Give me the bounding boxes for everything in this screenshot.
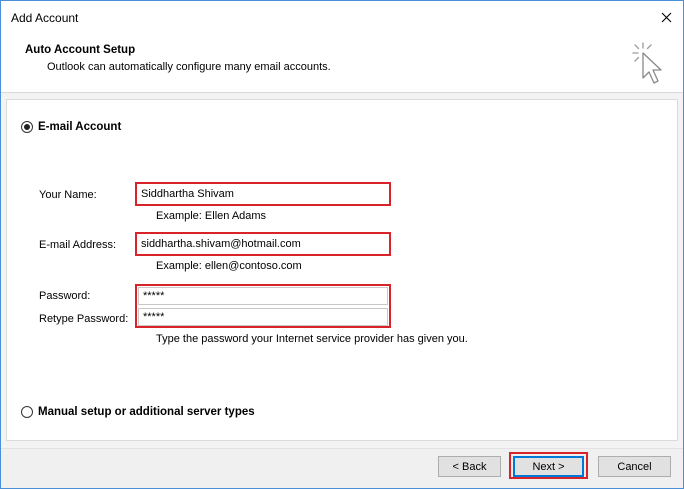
cancel-button[interactable]: Cancel	[598, 456, 671, 477]
password-input[interactable]: *****	[138, 287, 388, 305]
your-name-label: Your Name:	[39, 189, 97, 201]
manual-setup-label: Manual setup or additional server types	[38, 406, 255, 418]
manual-setup-radio[interactable]	[21, 406, 33, 418]
settings-panel	[6, 99, 678, 441]
your-name-input[interactable]: Siddhartha Shivam	[135, 182, 391, 206]
next-button[interactable]: Next >	[513, 456, 584, 477]
content-area	[1, 93, 683, 448]
password-hint-text: Type the password your Internet service …	[156, 333, 468, 345]
retype-password-label: Retype Password:	[39, 313, 129, 325]
header-title: Auto Account Setup	[25, 44, 136, 56]
header-subtitle: Outlook can automatically configure many…	[47, 61, 331, 73]
password-fields-highlight: ***** *****	[135, 284, 391, 328]
email-account-radio[interactable]	[21, 121, 33, 133]
email-address-input[interactable]: siddhartha.shivam@hotmail.com	[135, 232, 391, 256]
manual-setup-option[interactable]: Manual setup or additional server types	[21, 406, 255, 418]
password-label: Password:	[39, 290, 91, 302]
dialog-header: Auto Account Setup Outlook can automatic…	[1, 34, 683, 92]
window-title: Add Account	[11, 11, 79, 25]
email-account-label: E-mail Account	[38, 121, 122, 133]
title-bar: Add Account	[1, 1, 683, 34]
close-button[interactable]	[649, 1, 683, 34]
close-icon	[661, 12, 671, 23]
sparkle-cursor-icon	[632, 42, 662, 84]
retype-password-input[interactable]: *****	[138, 308, 388, 326]
back-button[interactable]: < Back	[438, 456, 501, 477]
email-address-label: E-mail Address:	[39, 239, 117, 251]
name-example-text: Example: Ellen Adams	[156, 210, 267, 222]
add-account-dialog: Add Account Auto Account Setup Outlook c…	[0, 0, 684, 489]
email-account-option[interactable]: E-mail Account	[21, 121, 121, 133]
email-example-text: Example: ellen@contoso.com	[156, 260, 302, 272]
